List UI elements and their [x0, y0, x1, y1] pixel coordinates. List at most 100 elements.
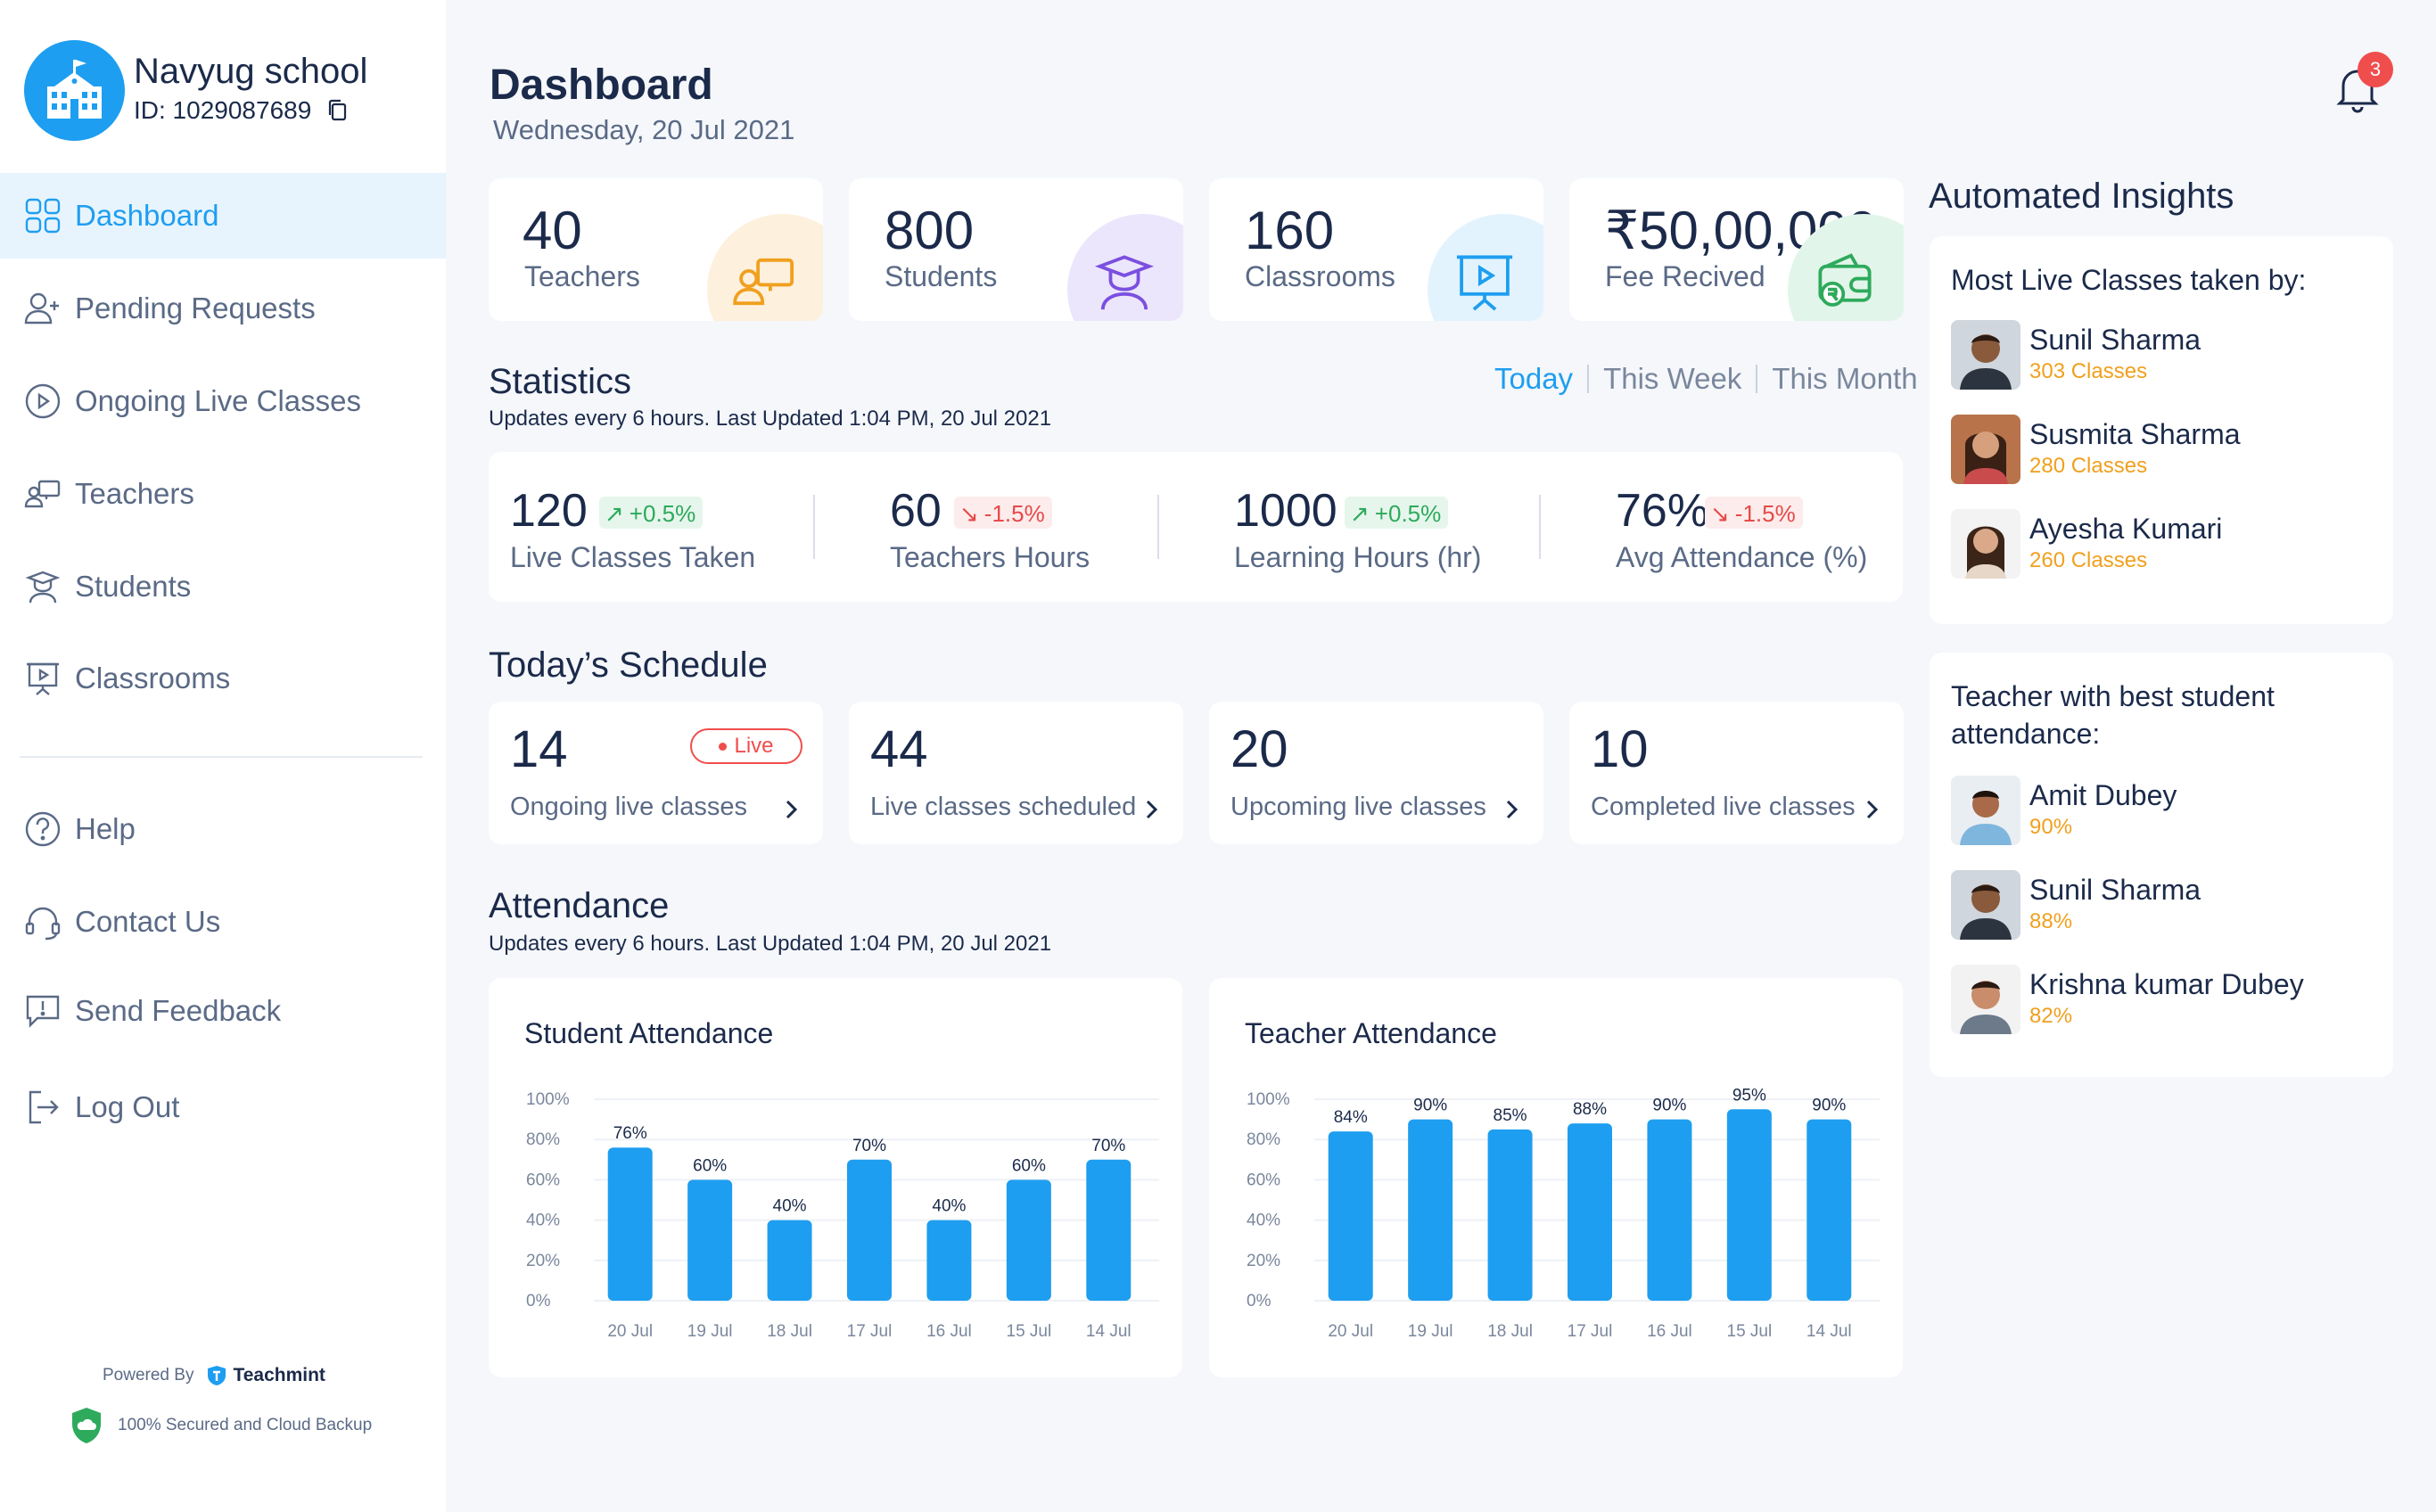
y-tick-label: 20% — [1247, 1252, 1280, 1270]
person-name: Sunil Sharma — [2029, 324, 2201, 356]
tab-separator — [1756, 365, 1758, 393]
sidebar-item-label: Help — [75, 812, 136, 845]
insight-person[interactable]: Krishna kumar Dubey 82% — [1951, 965, 2343, 1040]
bar[interactable] — [1568, 1123, 1612, 1301]
statistics-subtitle: Updates every 6 hours. Last Updated 1:04… — [489, 407, 1052, 431]
person-name: Krishna kumar Dubey — [2029, 968, 2304, 1000]
insight-person[interactable]: Amit Dubey 90% — [1951, 776, 2343, 850]
sidebar-item-contact-us[interactable]: Contact Us — [0, 879, 446, 965]
bar-value-label: 90% — [1812, 1097, 1846, 1115]
sidebar-item-teachers[interactable]: Teachers — [0, 451, 446, 537]
sidebar-item-send-feedback[interactable]: Send Feedback — [0, 968, 446, 1054]
statistics-title: Statistics — [489, 362, 632, 401]
avatar — [1951, 415, 2020, 484]
bar[interactable] — [1408, 1119, 1453, 1301]
page-title: Dashboard — [490, 62, 713, 109]
summary-card-classrooms[interactable]: 160 Classrooms — [1209, 178, 1543, 321]
bar[interactable] — [847, 1159, 892, 1301]
tab-this-week[interactable]: This Week — [1603, 362, 1741, 396]
classroom-icon — [27, 662, 59, 695]
bar[interactable] — [1006, 1179, 1051, 1301]
sidebar-item-students[interactable]: Students — [0, 544, 446, 629]
kpi-value: 60 — [890, 485, 942, 537]
brand-name: Teachmint — [233, 1365, 325, 1385]
x-tick-label: 20 Jul — [607, 1322, 653, 1341]
chevron-right-icon[interactable] — [1144, 798, 1160, 821]
bar[interactable] — [1726, 1109, 1772, 1301]
kpi-value: 120 — [510, 485, 588, 537]
summary-label: Classrooms — [1245, 260, 1395, 292]
insight-heading: Teacher with best student attendance: — [1951, 680, 2275, 750]
chevron-right-icon[interactable] — [1864, 798, 1880, 821]
bar-value-label: 40% — [932, 1197, 966, 1216]
bar[interactable] — [1806, 1119, 1852, 1301]
student-icon — [1094, 255, 1155, 310]
dashboard-icon — [25, 198, 61, 234]
schedule-value: 14 — [510, 720, 568, 778]
sidebar-item-help[interactable]: Help — [0, 786, 446, 872]
insight-person[interactable]: Ayesha Kumari 260 Classes — [1951, 509, 2343, 584]
chevron-right-icon[interactable] — [784, 798, 800, 821]
schedule-card-ongoing[interactable]: 14 Live Ongoing live classes — [489, 702, 823, 844]
bar[interactable] — [687, 1179, 733, 1301]
bar[interactable] — [926, 1220, 972, 1301]
bar[interactable] — [1487, 1129, 1533, 1301]
schedule-value: 10 — [1591, 720, 1649, 778]
insight-person[interactable]: Sunil Sharma 88% — [1951, 870, 2343, 945]
bar[interactable] — [1328, 1131, 1373, 1301]
insight-person[interactable]: Susmita Sharma 280 Classes — [1951, 415, 2343, 489]
sidebar-item-pending-requests[interactable]: Pending Requests — [0, 266, 446, 351]
tab-separator — [1587, 365, 1590, 393]
sidebar-item-ongoing-live-classes[interactable]: Ongoing Live Classes — [0, 358, 446, 444]
y-tick-label: 20% — [526, 1252, 560, 1270]
y-tick-label: 80% — [1247, 1130, 1280, 1149]
schedule-card-upcoming[interactable]: 20 Upcoming live classes — [1209, 702, 1543, 844]
insight-person[interactable]: Sunil Sharma 303 Classes — [1951, 320, 2343, 395]
live-badge-label: Live — [734, 734, 774, 758]
bar[interactable] — [1647, 1119, 1692, 1301]
bar[interactable] — [1086, 1159, 1132, 1301]
bar-value-label: 84% — [1334, 1108, 1368, 1127]
sidebar-item-dashboard[interactable]: Dashboard — [0, 173, 446, 259]
sidebar-item-classrooms[interactable]: Classrooms — [0, 636, 446, 721]
teachmint-logo-icon — [208, 1366, 226, 1385]
summary-card-students[interactable]: 800 Students — [849, 178, 1183, 321]
x-tick-label: 15 Jul — [1007, 1322, 1052, 1341]
copy-icon[interactable] — [327, 99, 349, 122]
chevron-right-icon[interactable] — [1504, 798, 1520, 821]
insight-card-best-attendance: Teacher with best student attendance: Am… — [1930, 653, 2393, 1077]
security-label: 100% Secured and Cloud Backup — [118, 1416, 373, 1434]
bar-value-label: 60% — [693, 1156, 727, 1175]
y-tick-label: 40% — [526, 1212, 560, 1230]
teacher-attendance-card: Teacher Attendance 0% 20% 40% 60% 80% 100% 84%… — [1209, 978, 1903, 1377]
bar[interactable] — [607, 1147, 653, 1301]
kpi-delta-down: ↘ -1.5% — [1705, 497, 1803, 529]
x-tick-label: 19 Jul — [687, 1322, 733, 1341]
x-tick-label: 18 Jul — [767, 1322, 812, 1341]
x-tick-label: 16 Jul — [1647, 1322, 1692, 1341]
classroom-icon — [1456, 255, 1513, 311]
y-tick-label: 0% — [526, 1292, 551, 1311]
y-tick-label: 100% — [526, 1090, 570, 1109]
bar[interactable] — [767, 1220, 812, 1301]
schedule-label: Upcoming live classes — [1230, 793, 1486, 821]
x-tick-label: 16 Jul — [926, 1322, 972, 1341]
schedule-card-completed[interactable]: 10 Completed live classes — [1569, 702, 1904, 844]
brand-logo: Teachmint — [206, 1365, 325, 1386]
live-dot — [719, 742, 728, 751]
x-tick-label: 20 Jul — [1328, 1322, 1373, 1341]
x-tick-label: 19 Jul — [1408, 1322, 1453, 1341]
person-detail: 82% — [2029, 1004, 2073, 1028]
x-tick-label: 14 Jul — [1806, 1322, 1852, 1341]
summary-card-fee[interactable]: ₹50,00,000 Fee Recived — [1569, 178, 1904, 321]
tab-today[interactable]: Today — [1494, 362, 1573, 396]
sidebar-item-log-out[interactable]: Log Out — [0, 1064, 446, 1150]
bar-value-label: 76% — [613, 1124, 647, 1143]
kpi-delta-up: ↗ +0.5% — [599, 497, 704, 529]
security-note: 100% Secured and Cloud Backup — [70, 1406, 372, 1445]
tab-this-month[interactable]: This Month — [1772, 362, 1917, 396]
schedule-card-scheduled[interactable]: 44 Live classes scheduled — [849, 702, 1183, 844]
summary-card-teachers[interactable]: 40 Teachers — [489, 178, 823, 321]
kpi-divider — [813, 495, 815, 559]
bar-value-label: 95% — [1732, 1086, 1766, 1105]
